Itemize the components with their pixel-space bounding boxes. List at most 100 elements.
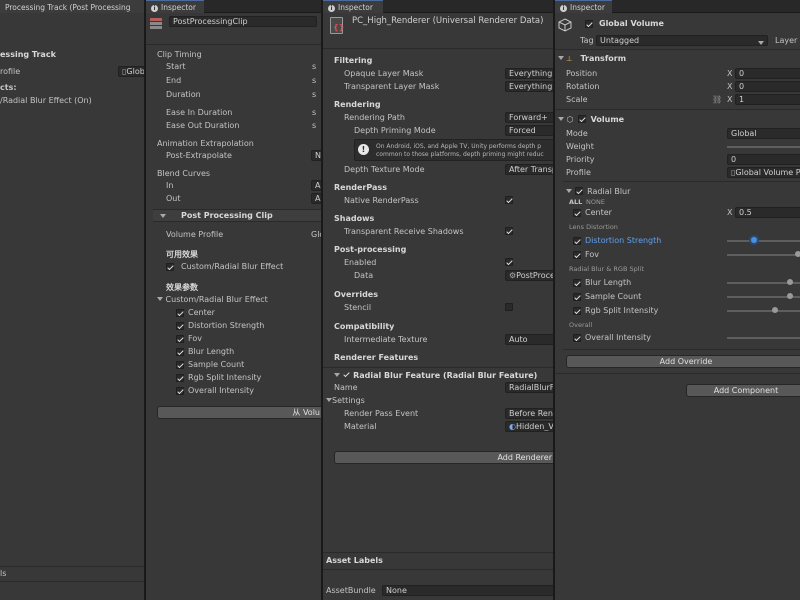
slider-handle[interactable] — [787, 279, 793, 285]
tab-inspector[interactable]: i Inspector — [323, 0, 383, 13]
center-x-field[interactable]: 0.5 — [735, 207, 800, 218]
in-curve-dropdown[interactable]: Au — [311, 180, 321, 191]
tab-inspector[interactable]: i Inspector — [555, 0, 612, 13]
slider-handle[interactable] — [751, 237, 757, 243]
blur-length-override-checkbox[interactable] — [573, 279, 581, 287]
out-curve-dropdown[interactable]: Au — [311, 193, 321, 204]
volume-profile-value[interactable]: Glo — [311, 230, 321, 239]
asset-bundle-dropdown[interactable]: None — [382, 585, 553, 596]
distortion-override-checkbox[interactable] — [573, 237, 581, 245]
param-checkbox[interactable] — [176, 309, 184, 317]
fov-slider[interactable] — [727, 254, 800, 256]
chevron-down-icon — [334, 373, 340, 377]
depth-texture-dropdown[interactable]: After Transp — [505, 164, 553, 175]
transparent-mask-dropdown[interactable]: Everything — [505, 81, 553, 92]
position-x-field[interactable]: 0 — [735, 68, 800, 79]
fov-override-checkbox[interactable] — [573, 251, 581, 259]
all-toggle[interactable]: ALL — [569, 198, 582, 206]
add-component-button[interactable]: Add Component — [686, 384, 800, 397]
object-name-field[interactable]: PostProcessingClip — [169, 16, 317, 27]
divider — [323, 552, 553, 553]
sample-count-label: Sample Count — [585, 292, 642, 301]
material-field[interactable]: ◐Hidden_Va — [505, 421, 553, 432]
tab-track-inspector[interactable]: Processing Track (Post Processing — [0, 0, 144, 13]
slider-handle[interactable] — [787, 293, 793, 299]
profile-label: rofile — [0, 67, 21, 76]
post-processing-label: Post-processing — [334, 245, 407, 254]
center-override-checkbox[interactable] — [573, 209, 581, 217]
radial-blur-header[interactable]: Radial Blur — [566, 186, 630, 196]
footer-label: ls — [0, 569, 7, 578]
tag-dropdown[interactable]: Untagged — [596, 35, 768, 46]
param-checkbox[interactable] — [176, 387, 184, 395]
volume-profile-label: Volume Profile — [166, 230, 224, 239]
param-checkbox[interactable] — [176, 335, 184, 343]
center-label: Center — [585, 208, 612, 217]
render-pass-event-dropdown[interactable]: Before Rend — [505, 408, 553, 419]
overall-intensity-slider[interactable] — [727, 337, 800, 339]
chevron-down-icon — [758, 41, 764, 45]
native-renderpass-checkbox[interactable] — [505, 196, 513, 204]
rendering-path-dropdown[interactable]: Forward+ — [505, 112, 553, 123]
transform-header[interactable]: ⟂ Transform — [558, 54, 626, 64]
volume-header[interactable]: ⬡ Volume — [558, 114, 624, 124]
asset-bundle-label: AssetBundle — [326, 586, 376, 595]
feature-header[interactable]: Radial Blur Feature (Radial Blur Feature… — [334, 370, 537, 380]
x-label: X — [727, 82, 733, 91]
object-name: Global Volume — [599, 19, 664, 28]
effect-item[interactable]: /Radial Blur Effect (On) — [0, 96, 92, 105]
slider-handle[interactable] — [772, 307, 778, 313]
param-checkbox[interactable] — [176, 361, 184, 369]
from-volume-button[interactable]: 从 Volu — [157, 406, 321, 419]
radial-blur-enabled-checkbox[interactable] — [574, 187, 583, 195]
end-label: End — [166, 76, 182, 85]
unit-label: s — [312, 90, 317, 99]
mode-dropdown[interactable]: Global — [727, 128, 800, 139]
depth-priming-dropdown[interactable]: Forced — [505, 125, 553, 136]
param-label: Distortion Strength — [188, 321, 265, 330]
intermediate-dropdown[interactable]: Auto — [505, 334, 553, 345]
param-checkbox[interactable] — [176, 374, 184, 382]
rgb-split-override-checkbox[interactable] — [573, 307, 581, 315]
param-label: Overall Intensity — [188, 386, 254, 395]
post-extrap-dropdown[interactable]: No — [311, 150, 321, 161]
pp-data-field[interactable]: ⚙PostProce — [505, 270, 553, 281]
param-label: Fov — [188, 334, 202, 343]
slider-handle[interactable] — [795, 251, 800, 257]
param-checkbox[interactable] — [176, 348, 184, 356]
link-icon[interactable]: ⛓ — [712, 95, 722, 104]
add-override-button[interactable]: Add Override — [566, 355, 800, 368]
tab-inspector[interactable]: i Inspector — [146, 0, 204, 13]
pp-enabled-checkbox[interactable] — [505, 258, 513, 266]
feature-name-field[interactable]: RadialBlurFe — [505, 382, 553, 393]
stencil-checkbox[interactable] — [505, 303, 513, 311]
param-checkbox[interactable] — [176, 322, 184, 330]
position-label: Position — [566, 69, 598, 78]
gameobject-cube-icon — [558, 18, 572, 32]
transparent-shadows-checkbox[interactable] — [505, 227, 513, 235]
profile-field[interactable]: ▯Global Volume P — [727, 167, 800, 178]
opaque-mask-dropdown[interactable]: Everything — [505, 68, 553, 79]
volume-enabled-checkbox[interactable] — [578, 115, 587, 123]
profile-field[interactable]: ▯Glob — [118, 66, 144, 77]
active-checkbox[interactable] — [585, 20, 593, 28]
settings-label[interactable]: Settings — [326, 396, 365, 405]
effect-checkbox[interactable] — [166, 263, 174, 271]
sample-count-override-checkbox[interactable] — [573, 293, 581, 301]
ease-out-label: Ease Out Duration — [166, 121, 240, 130]
overall-override-checkbox[interactable] — [573, 334, 581, 342]
effect-group-label[interactable]: Custom/Radial Blur Effect — [157, 295, 268, 304]
none-toggle[interactable]: NONE — [586, 198, 605, 206]
rgb-split-slider[interactable] — [727, 310, 800, 312]
info-box: ! On Android, iOS, and Apple TV, Unity p… — [354, 139, 553, 161]
weight-slider[interactable] — [727, 146, 800, 148]
feature-enabled-checkbox[interactable] — [343, 371, 351, 379]
scale-x-field[interactable]: 1 — [735, 94, 800, 105]
distortion-strength-slider[interactable] — [727, 240, 800, 242]
rotation-x-field[interactable]: 0 — [735, 81, 800, 92]
ppc-section-header[interactable]: Post Processing Clip — [153, 209, 321, 222]
add-renderer-feature-button[interactable]: Add Renderer — [334, 451, 553, 464]
unit-label: s — [312, 76, 317, 85]
priority-field[interactable]: 0 — [727, 154, 800, 165]
param-label: Blur Length — [188, 347, 235, 356]
